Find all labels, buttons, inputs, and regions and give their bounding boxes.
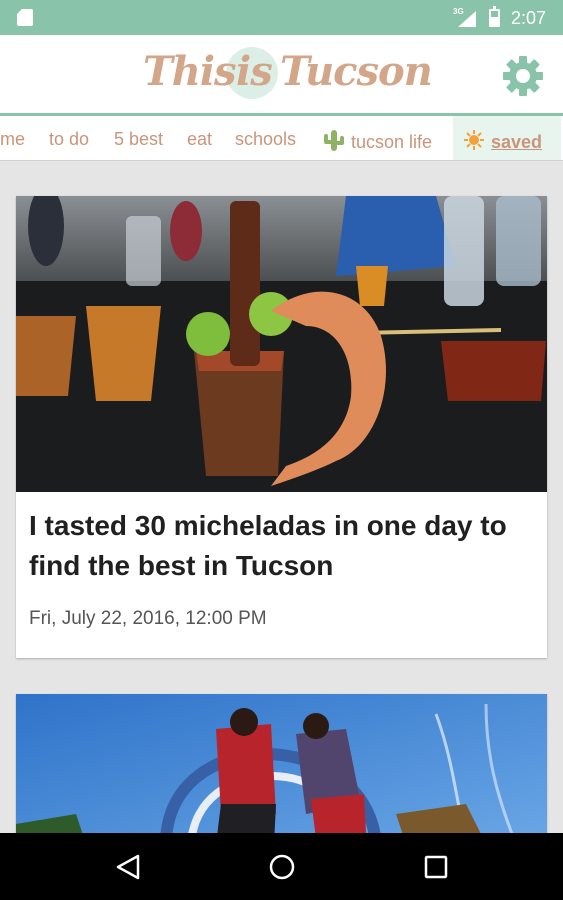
splash-pad-kids-photo	[16, 694, 547, 844]
gear-icon[interactable]	[502, 55, 544, 97]
tab-saved-label: saved	[491, 132, 543, 152]
app-logo[interactable]: This is Tucson	[143, 44, 433, 104]
status-bar: 3G 2:07	[0, 0, 563, 35]
article-date: Fri, July 22, 2016, 12:00 PM	[29, 608, 267, 629]
article-card[interactable]	[16, 694, 547, 844]
app-header: This is Tucson	[0, 35, 563, 113]
tab-eat[interactable]: eat	[187, 129, 212, 150]
article-card[interactable]: I tasted 30 micheladas in one day to fin…	[16, 196, 547, 658]
logo-word-tucson: Tucson	[280, 48, 433, 95]
system-nav-bar	[0, 833, 563, 900]
tab-saved[interactable]: saved	[453, 116, 562, 160]
michelada-with-shrimp-photo	[16, 196, 547, 492]
tab-schools[interactable]: schools	[235, 129, 296, 150]
tab-5-best[interactable]: 5 best	[114, 129, 163, 150]
home-icon[interactable]	[268, 853, 296, 881]
recents-icon[interactable]	[423, 853, 449, 881]
article-headline[interactable]: I tasted 30 micheladas in one day to fin…	[29, 506, 529, 586]
category-tabs: me to do 5 best eat schools tucson life …	[0, 113, 563, 161]
tab-me[interactable]: me	[0, 129, 25, 150]
clock: 2:07	[511, 8, 547, 28]
battery-icon	[489, 6, 500, 27]
back-icon[interactable]	[115, 853, 141, 881]
tab-tucson-life-label: tucson life	[351, 132, 433, 152]
sun-icon	[464, 130, 484, 150]
signal-icon	[458, 11, 476, 27]
sd-card-icon	[17, 9, 33, 26]
tab-tucson-life[interactable]: tucson life	[323, 129, 432, 153]
cactus-icon	[324, 130, 344, 151]
logo-word-this: This	[143, 48, 237, 95]
tab-to-do[interactable]: to do	[49, 129, 89, 150]
logo-word-is: is	[236, 48, 273, 95]
